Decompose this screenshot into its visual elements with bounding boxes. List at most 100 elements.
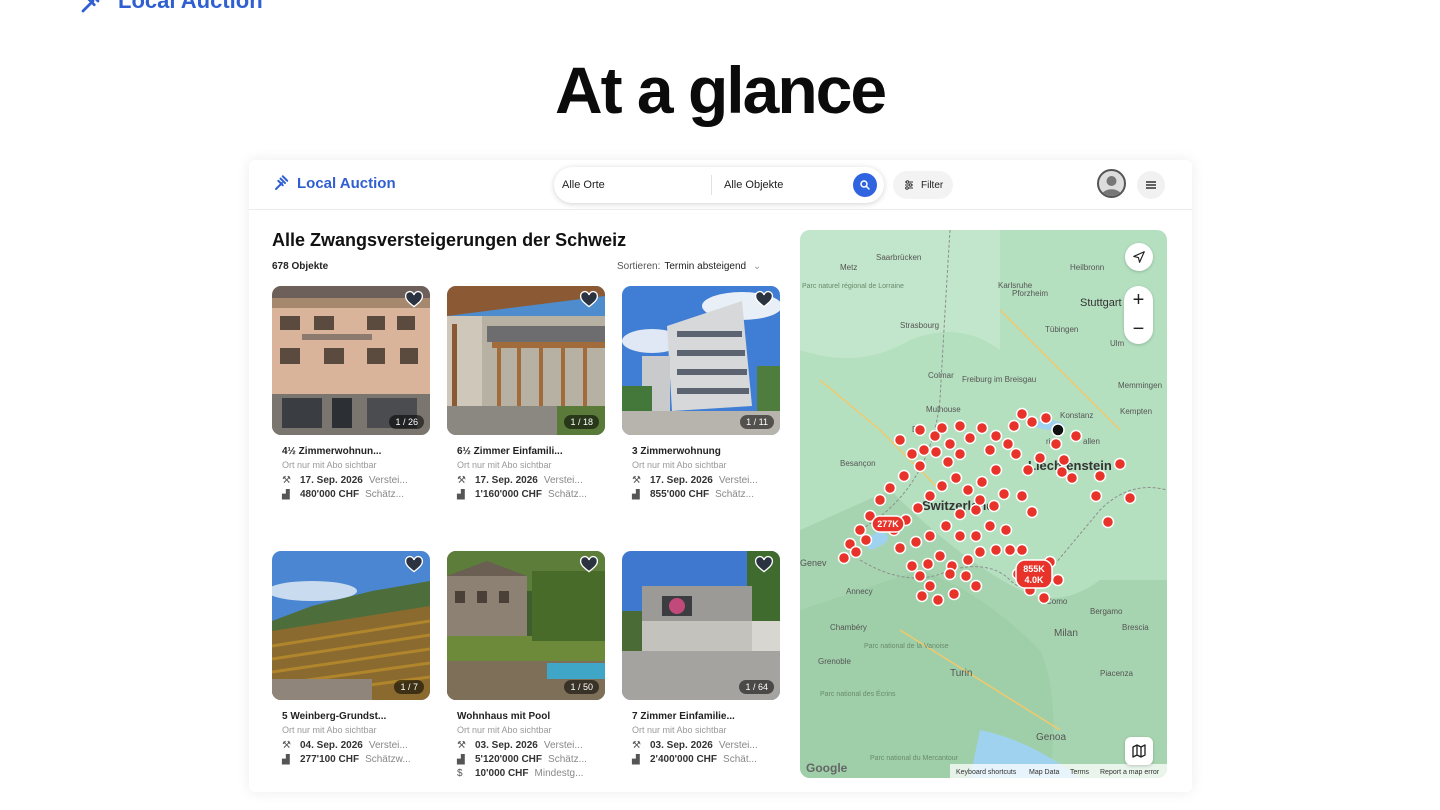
property-pin[interactable] xyxy=(989,543,1003,557)
heart-icon[interactable] xyxy=(579,290,599,310)
property-pin[interactable] xyxy=(893,433,907,447)
heart-icon[interactable] xyxy=(754,555,774,575)
map-footer-link[interactable]: Terms xyxy=(1070,769,1090,776)
property-pin[interactable] xyxy=(923,529,937,543)
property-pin[interactable] xyxy=(975,475,989,489)
brand-logo[interactable]: Local Auction xyxy=(273,174,396,192)
property-pin[interactable] xyxy=(1025,505,1039,519)
property-pin[interactable] xyxy=(1123,491,1137,505)
property-pin[interactable] xyxy=(1093,469,1107,483)
property-pin[interactable] xyxy=(1057,453,1071,467)
map-footer-link[interactable]: Report a map error xyxy=(1100,769,1160,776)
property-pin[interactable] xyxy=(931,593,945,607)
property-pin[interactable] xyxy=(921,557,935,571)
property-pin[interactable] xyxy=(853,523,867,537)
top-logo[interactable]: Local Auction xyxy=(78,0,263,16)
property-pin[interactable] xyxy=(1009,447,1023,461)
listing-photo[interactable]: 1 / 26 xyxy=(272,286,430,435)
property-pin[interactable] xyxy=(915,589,929,603)
property-pin[interactable] xyxy=(1101,515,1115,529)
property-pin[interactable] xyxy=(883,481,897,495)
property-pin[interactable] xyxy=(939,519,953,533)
cluster-marker[interactable]: 855K 4.0K xyxy=(1015,559,1053,589)
property-pin[interactable] xyxy=(1069,429,1083,443)
property-pin[interactable] xyxy=(929,445,943,459)
listing-card[interactable]: 1 / 11 3 Zimmerwohnung Ort nur mit Abo s… xyxy=(622,286,780,500)
heart-icon[interactable] xyxy=(404,290,424,310)
property-pin[interactable] xyxy=(859,533,873,547)
property-pin[interactable] xyxy=(961,483,975,497)
map-type-button[interactable] xyxy=(1125,737,1153,765)
sort-dropdown[interactable]: Sortieren: Termin absteigend ⌄ xyxy=(617,261,761,272)
property-pin[interactable] xyxy=(987,499,1001,513)
property-pin[interactable] xyxy=(969,579,983,593)
property-pin[interactable] xyxy=(953,419,967,433)
property-pin[interactable] xyxy=(989,429,1003,443)
property-pin[interactable] xyxy=(953,529,967,543)
avatar[interactable] xyxy=(1097,169,1126,198)
listing-card[interactable]: 1 / 26 4½ Zimmerwohnun... Ort nur mit Ab… xyxy=(272,286,430,500)
search-button[interactable] xyxy=(853,173,877,197)
property-pin[interactable] xyxy=(1021,463,1035,477)
map-view[interactable]: Metz Saarbrücken Heilbronn Karlsruhe Pfo… xyxy=(800,230,1167,778)
property-pin[interactable] xyxy=(963,431,977,445)
listing-photo[interactable]: 1 / 64 xyxy=(622,551,780,700)
heart-icon[interactable] xyxy=(754,290,774,310)
property-pin[interactable] xyxy=(943,437,957,451)
property-pin[interactable] xyxy=(941,455,955,469)
property-pin[interactable] xyxy=(911,501,925,515)
property-pin[interactable] xyxy=(961,553,975,567)
property-pin[interactable] xyxy=(837,551,851,565)
property-pin[interactable] xyxy=(1001,437,1015,451)
menu-button[interactable] xyxy=(1137,171,1165,199)
filter-button[interactable]: Filter xyxy=(893,171,954,199)
location-field[interactable]: Alle Orte xyxy=(554,175,712,195)
property-pin[interactable] xyxy=(923,579,937,593)
property-pin[interactable] xyxy=(989,463,1003,477)
listing-photo[interactable]: 1 / 18 xyxy=(447,286,605,435)
heart-icon[interactable] xyxy=(404,555,424,575)
property-pin[interactable] xyxy=(935,421,949,435)
property-pin[interactable] xyxy=(1033,451,1047,465)
property-pin[interactable] xyxy=(959,569,973,583)
property-pin[interactable] xyxy=(893,541,907,555)
zoom-in-button[interactable]: + xyxy=(1124,286,1153,315)
property-pin[interactable] xyxy=(943,567,957,581)
property-pin[interactable] xyxy=(949,471,963,485)
listing-card[interactable]: 1 / 7 5 Weinberg-Grundst... Ort nur mit … xyxy=(272,551,430,765)
map-footer-link[interactable]: Keyboard shortcuts xyxy=(956,769,1017,776)
property-pin[interactable] xyxy=(1015,543,1029,557)
map-footer-link[interactable]: Map Data xyxy=(1029,769,1059,776)
property-pin[interactable] xyxy=(1113,457,1127,471)
property-pin[interactable] xyxy=(913,569,927,583)
listing-photo[interactable]: 1 / 7 xyxy=(272,551,430,700)
property-pin[interactable] xyxy=(897,469,911,483)
property-pin[interactable] xyxy=(1055,465,1069,479)
property-pin[interactable] xyxy=(933,549,947,563)
cluster-marker[interactable]: 277K xyxy=(871,515,905,533)
property-pin[interactable] xyxy=(953,507,967,521)
property-pin[interactable] xyxy=(1003,543,1017,557)
listing-card[interactable]: 1 / 50 Wohnhaus mit Pool Ort nur mit Abo… xyxy=(447,551,605,779)
object-type-field[interactable]: Alle Objekte xyxy=(712,167,846,203)
property-pin[interactable] xyxy=(1065,471,1079,485)
property-pin[interactable] xyxy=(1025,415,1039,429)
property-pin[interactable] xyxy=(905,559,919,573)
heart-icon[interactable] xyxy=(579,555,599,575)
property-pin[interactable] xyxy=(973,545,987,559)
property-pin[interactable] xyxy=(983,519,997,533)
locate-button[interactable] xyxy=(1125,243,1153,271)
property-pin[interactable] xyxy=(953,447,967,461)
property-pin[interactable] xyxy=(1015,407,1029,421)
property-pin[interactable] xyxy=(1051,573,1065,587)
property-pin[interactable] xyxy=(1015,489,1029,503)
property-pin[interactable] xyxy=(905,447,919,461)
property-pin[interactable] xyxy=(947,587,961,601)
listing-photo[interactable]: 1 / 11 xyxy=(622,286,780,435)
zoom-out-button[interactable]: − xyxy=(1124,315,1153,344)
property-pin[interactable] xyxy=(923,489,937,503)
property-pin[interactable] xyxy=(935,479,949,493)
listing-card[interactable]: 1 / 18 6½ Zimmer Einfamili... Ort nur mi… xyxy=(447,286,605,500)
property-pin[interactable] xyxy=(999,523,1013,537)
property-pin[interactable] xyxy=(1039,411,1053,425)
